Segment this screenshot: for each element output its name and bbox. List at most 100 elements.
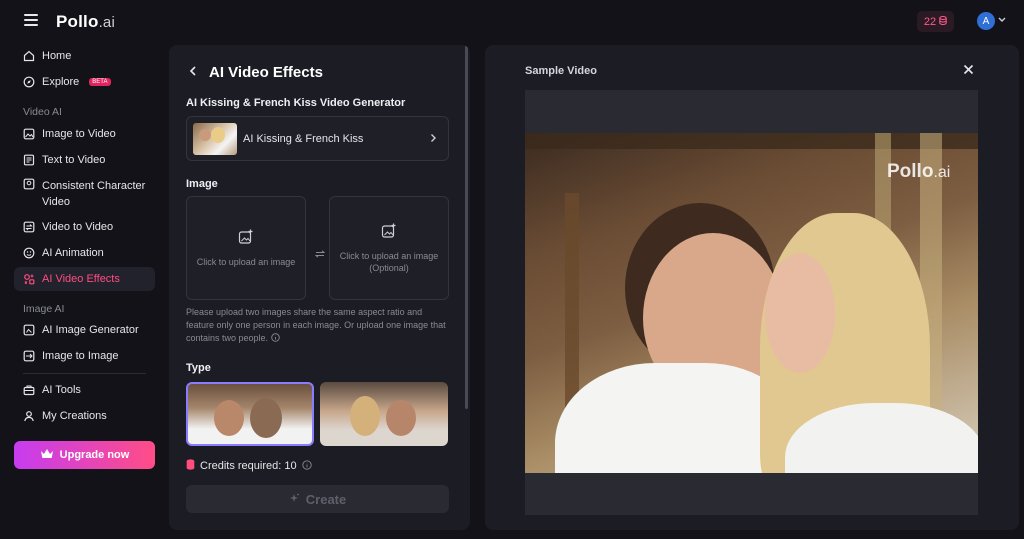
sidebar-item-image-to-video[interactable]: Image to Video [14, 122, 155, 146]
figure-face [765, 253, 835, 373]
sidebar-item-label: Image to Image [42, 350, 119, 362]
create-button[interactable]: Create [186, 485, 449, 513]
upload-hint-line-2: (Optional) [369, 262, 409, 273]
image-icon [23, 128, 35, 140]
sidebar-item-home[interactable]: Home [14, 44, 155, 68]
sidebar-item-label: Text to Video [42, 154, 106, 166]
watermark-suffix: .ai [933, 164, 951, 181]
video-player[interactable]: Pollo.ai [525, 90, 978, 515]
type-thumbnail-figure [250, 398, 282, 438]
info-icon[interactable] [270, 333, 280, 343]
credits-count: 22 [923, 15, 937, 28]
home-icon [23, 50, 35, 62]
sidebar-item-text-to-video[interactable]: Text to Video [14, 148, 155, 172]
sidebar-item-label: AI Image Generator [42, 324, 139, 336]
instructions-text: Please upload two images share the same … [186, 307, 446, 343]
sidebar-item-label: Home [42, 50, 72, 62]
logo-suffix: .ai [98, 14, 116, 31]
sidebar-item-label: Image to Video [42, 128, 116, 140]
sidebar-item-label: My Creations [42, 410, 107, 422]
video-swap-icon [23, 221, 35, 233]
info-icon[interactable] [301, 459, 312, 473]
generator-label: AI Kissing & French Kiss Video Generator [186, 97, 406, 109]
type-thumbnail-figure [350, 396, 380, 436]
character-icon [23, 178, 35, 190]
logo[interactable]: Pollo.ai [56, 12, 115, 32]
sidebar-item-label: Video to Video [42, 221, 114, 233]
credits-required-text: Credits required: 10 [200, 460, 297, 472]
sidebar-item-image-to-image[interactable]: Image to Image [14, 344, 155, 368]
coin-icon [939, 15, 947, 28]
coin-stack-icon [186, 459, 195, 473]
sparkle-icon [289, 492, 300, 507]
upload-hint: Click to upload an image [196, 256, 296, 267]
effect-selector[interactable]: AI Kissing & French Kiss [186, 116, 449, 161]
sidebar: Home Explore BETA Video AI Image to Vide… [0, 44, 168, 539]
close-icon[interactable] [963, 62, 974, 79]
add-image-icon [381, 223, 397, 242]
type-option-1[interactable] [186, 382, 314, 446]
image-section-label: Image [186, 178, 218, 190]
effect-thumbnail [193, 122, 237, 155]
avatar[interactable]: A [977, 12, 995, 30]
back-icon[interactable] [189, 65, 197, 80]
effects-panel: AI Video Effects AI Kissing & French Kis… [169, 45, 470, 530]
sample-video[interactable]: Pollo.ai [525, 133, 978, 473]
sidebar-item-label: AI Video Effects [42, 273, 120, 285]
upload-hint-line-1: Click to upload an image [339, 250, 439, 261]
upload-instructions: Please upload two images share the same … [186, 306, 448, 345]
upload-hint: Click to upload an image (Optional) [340, 250, 439, 274]
image-generator-icon [23, 324, 35, 336]
top-bar: Pollo.ai 22 A [0, 0, 1024, 44]
sidebar-divider [23, 373, 146, 374]
type-thumbnail-figure [386, 400, 416, 436]
upload-image-1[interactable]: Click to upload an image [186, 196, 306, 300]
sample-video-panel: Sample Video Pollo.ai [485, 45, 1019, 530]
compass-icon [23, 76, 35, 88]
upgrade-button[interactable]: Upgrade now [14, 441, 155, 469]
type-section-label: Type [186, 362, 211, 374]
selected-effect-name: AI Kissing & French Kiss [243, 132, 364, 145]
sidebar-item-ai-image-generator[interactable]: AI Image Generator [14, 318, 155, 342]
image-to-image-icon [23, 350, 35, 362]
panel-scrollbar[interactable] [465, 45, 468, 409]
sidebar-item-ai-animation[interactable]: AI Animation [14, 241, 155, 265]
chevron-right-icon [430, 132, 436, 146]
watermark-name: Pollo [887, 161, 934, 182]
section-label-video-ai: Video AI [23, 106, 62, 118]
sidebar-item-label: Consistent Character Video [42, 180, 146, 208]
sidebar-item-label: Explore [42, 76, 80, 88]
background-beam [525, 133, 978, 149]
animation-icon [23, 247, 35, 259]
user-icon [23, 410, 35, 422]
sidebar-item-ai-video-effects[interactable]: AI Video Effects [14, 267, 155, 291]
hamburger-menu-icon[interactable] [24, 14, 38, 26]
page-title: AI Video Effects [209, 64, 323, 81]
toolbox-icon [23, 384, 35, 396]
credits-badge[interactable]: 22 [917, 11, 954, 32]
beta-badge: BETA [89, 78, 111, 86]
watermark: Pollo.ai [887, 161, 950, 183]
add-image-icon [238, 229, 254, 248]
section-label-image-ai: Image AI [23, 303, 65, 315]
crown-icon [40, 448, 54, 462]
sidebar-item-my-creations[interactable]: My Creations [14, 404, 155, 428]
sidebar-item-video-to-video[interactable]: Video to Video [14, 215, 155, 239]
swap-icon[interactable] [314, 250, 326, 261]
effects-icon [23, 273, 35, 285]
logo-name: Pollo [56, 12, 99, 31]
sidebar-item-explore[interactable]: Explore BETA [14, 70, 155, 94]
upload-image-2[interactable]: Click to upload an image (Optional) [329, 196, 449, 300]
sidebar-item-label: AI Animation [42, 247, 104, 259]
sidebar-item-label: AI Tools [42, 384, 81, 396]
chevron-down-icon[interactable] [998, 15, 1006, 25]
upgrade-label: Upgrade now [59, 449, 130, 461]
sidebar-item-consistent-character-video[interactable]: Consistent Character Video [14, 174, 155, 208]
sample-video-title: Sample Video [525, 65, 597, 77]
type-thumbnail-figure [214, 400, 244, 436]
type-option-2[interactable] [320, 382, 448, 446]
create-label: Create [305, 491, 347, 507]
text-document-icon [23, 154, 35, 166]
sidebar-item-ai-tools[interactable]: AI Tools [14, 378, 155, 402]
credits-required: Credits required: 10 [186, 459, 312, 473]
